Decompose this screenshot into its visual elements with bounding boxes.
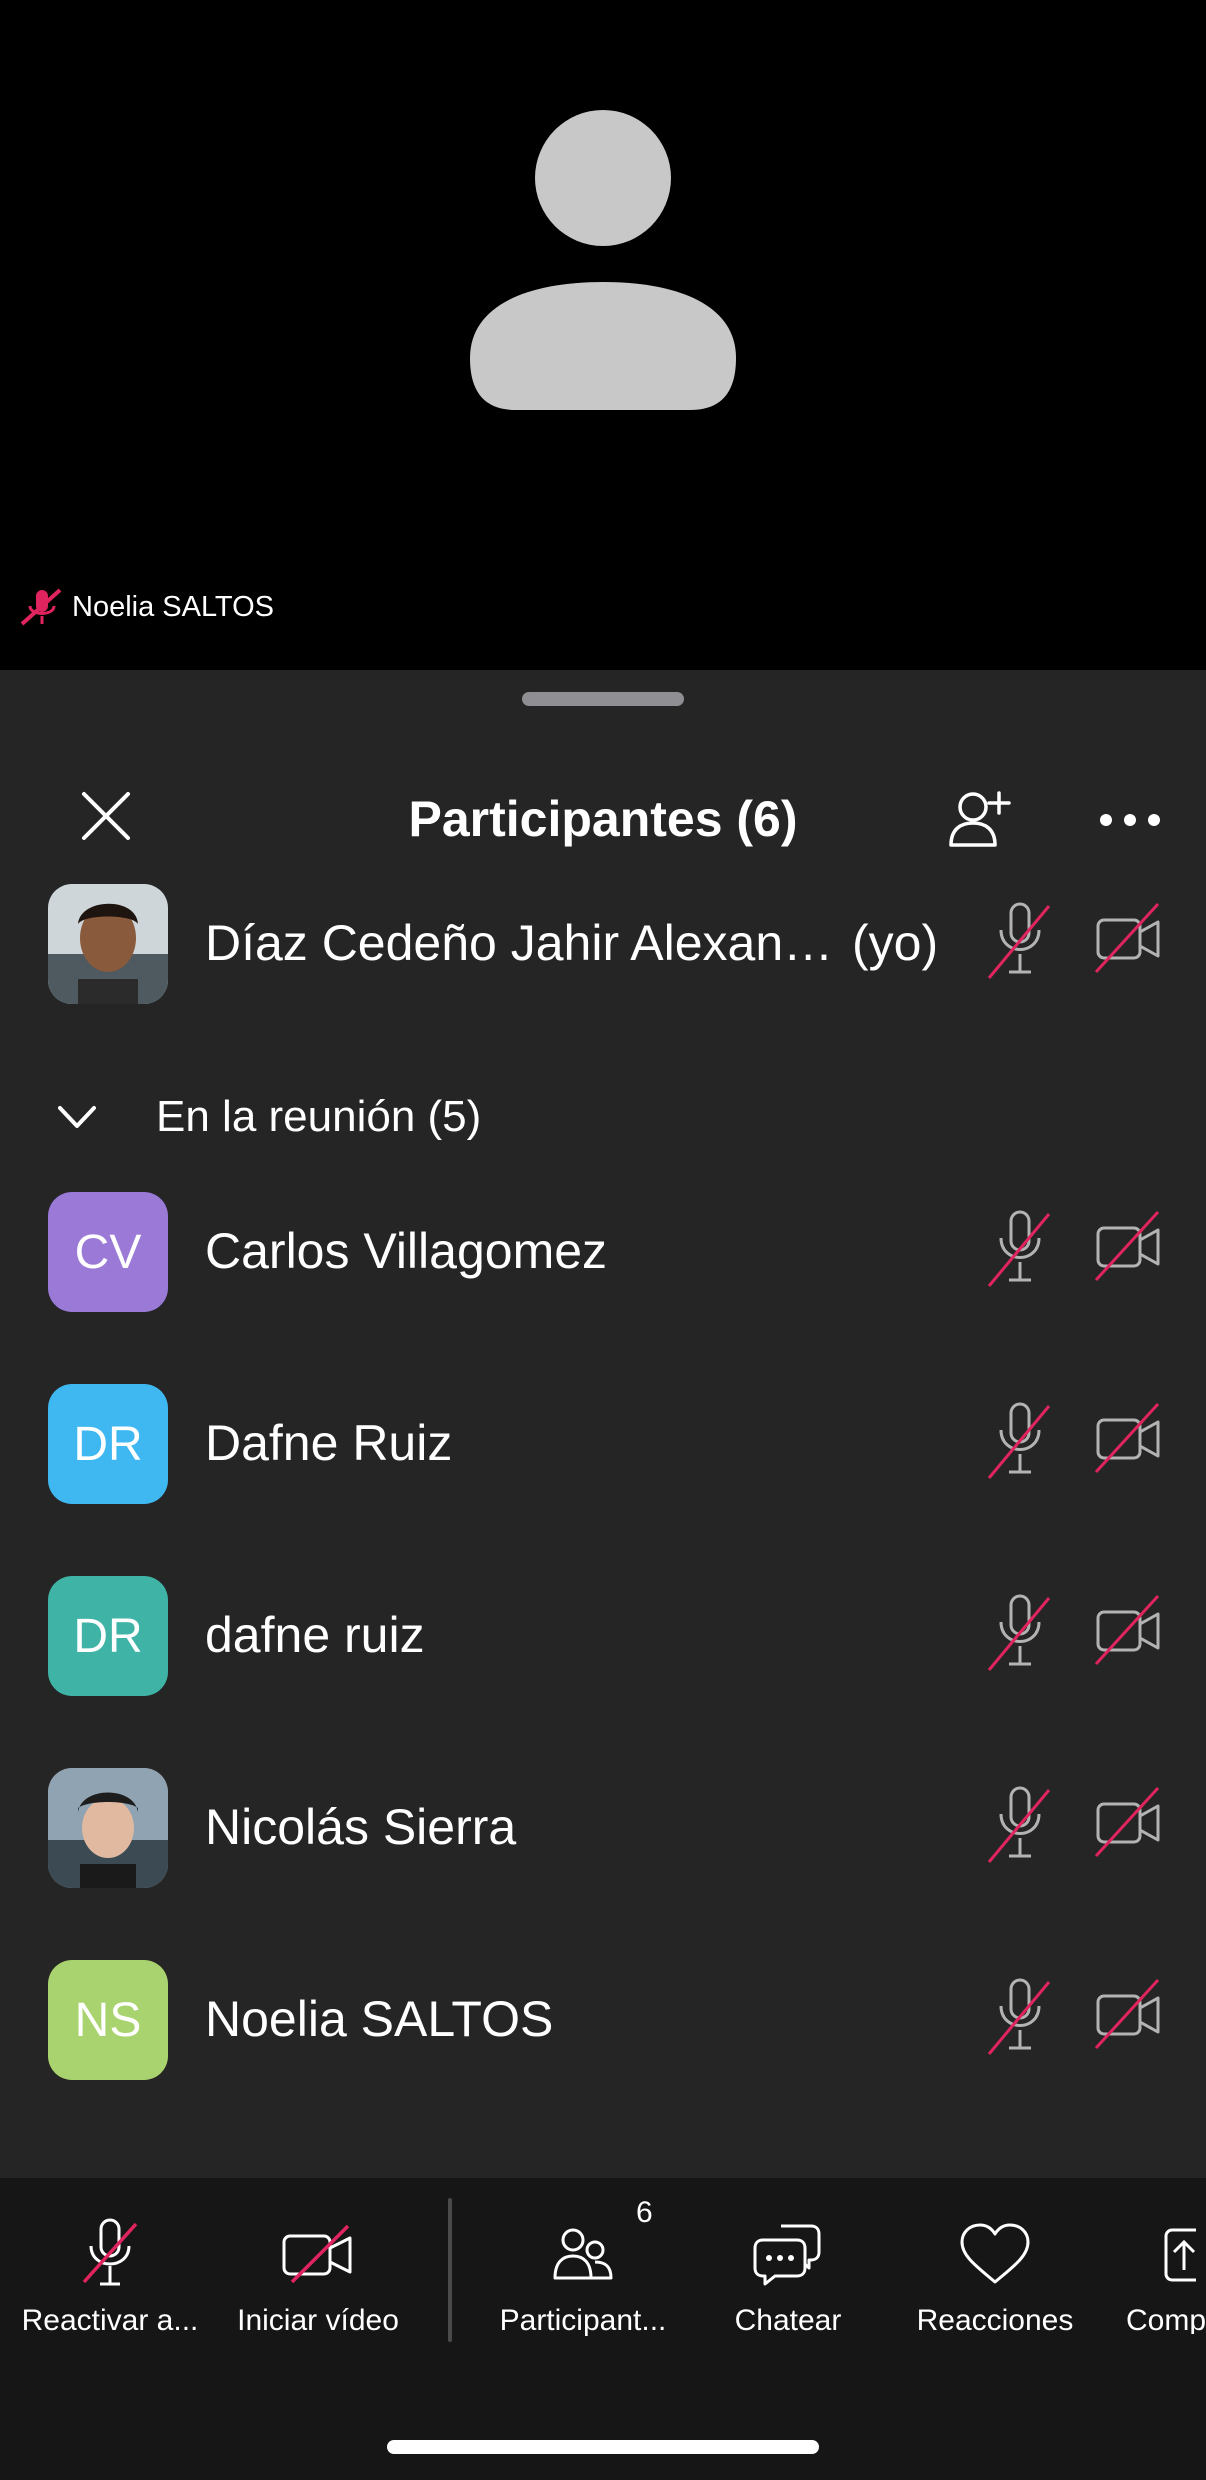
sheet-title: Participantes (6) xyxy=(408,791,798,847)
participants-button[interactable]: Participant... xyxy=(478,2214,688,2337)
avatar-initials: NS xyxy=(74,1993,142,2047)
toolbar-label: Chatear xyxy=(734,2304,842,2337)
camera-off-icon xyxy=(1094,1786,1160,1858)
in-meeting-section-header[interactable]: En la reunión (5) xyxy=(0,1070,1206,1170)
participants-count-badge: 6 xyxy=(636,2196,653,2229)
chevron-down-icon xyxy=(58,1106,96,1128)
participant-name: Carlos Villagomez xyxy=(205,1223,608,1279)
participant-row[interactable]: CV Carlos Villagomez xyxy=(0,1188,1206,1318)
avatar: CV xyxy=(48,1192,168,1312)
active-speaker-label: Noelia SALTOS xyxy=(18,588,274,626)
add-participant-button[interactable] xyxy=(940,780,1020,860)
chat-icon xyxy=(753,2224,821,2286)
avatar-initials: DR xyxy=(73,1609,143,1663)
mic-off-icon xyxy=(987,902,1051,979)
camera-off-icon xyxy=(282,2224,352,2284)
avatar: DR xyxy=(48,1576,168,1696)
camera-off-icon xyxy=(1094,1402,1160,1474)
participant-name: Nicolás Sierra xyxy=(205,1799,517,1855)
more-options-button[interactable] xyxy=(1090,780,1170,860)
camera-off-icon xyxy=(1094,902,1160,974)
home-indicator[interactable] xyxy=(387,2440,819,2454)
participant-name: Díaz Cedeño Jahir Alexan… xyxy=(205,915,834,971)
mic-off-icon xyxy=(20,588,62,626)
self-tag: (yo) xyxy=(852,915,939,971)
mic-off-icon xyxy=(987,1210,1051,1287)
avatar xyxy=(48,1768,168,1888)
toolbar-divider xyxy=(448,2198,452,2342)
self-participant-row[interactable]: Díaz Cedeño Jahir Alexan… (yo) xyxy=(0,880,1206,1010)
toolbar-label: Iniciar vídeo xyxy=(237,2304,399,2337)
toolbar-label: Comp xyxy=(1126,2304,1206,2334)
avatar: NS xyxy=(48,1960,168,2080)
toolbar-label: Reactivar a... xyxy=(21,2304,199,2337)
section-label: En la reunión (5) xyxy=(156,1092,482,1141)
heart-icon xyxy=(960,2223,1030,2284)
add-person-icon xyxy=(949,791,1011,847)
toolbar-label: Participant... xyxy=(499,2304,667,2337)
camera-off-icon xyxy=(1094,1210,1160,1282)
sheet-header: Participantes (6) xyxy=(0,760,1206,870)
avatar-initials: CV xyxy=(74,1225,142,1279)
avatar: DR xyxy=(48,1384,168,1504)
unmute-button[interactable]: Reactivar a... xyxy=(10,2214,210,2337)
mic-off-icon xyxy=(987,1594,1051,1671)
participant-row[interactable]: DR dafne ruiz xyxy=(0,1572,1206,1702)
toolbar-label: Reacciones xyxy=(916,2304,1074,2337)
participant-row[interactable]: NS Noelia SALTOS xyxy=(0,1956,1206,2086)
camera-off-icon xyxy=(1094,1978,1160,2050)
participant-row[interactable]: Nicolás Sierra xyxy=(0,1764,1206,1894)
person-silhouette-icon xyxy=(470,110,736,410)
chat-button[interactable]: Chatear xyxy=(708,2214,868,2337)
participant-name: dafne ruiz xyxy=(205,1607,425,1663)
speaker-name: Noelia SALTOS xyxy=(72,590,275,623)
participants-sheet: Participantes (6) Díaz Cedeño Jahir Alex… xyxy=(0,670,1206,2178)
camera-off-icon xyxy=(1094,1594,1160,1666)
share-button[interactable]: Comp xyxy=(1126,2214,1206,2334)
self-photo xyxy=(48,884,168,1004)
participants-icon xyxy=(553,2228,613,2280)
participant-name: Dafne Ruiz xyxy=(205,1415,453,1471)
sheet-grabber[interactable] xyxy=(522,692,684,706)
share-screen-icon xyxy=(1164,2228,1196,2282)
more-horizontal-icon xyxy=(1100,814,1160,826)
video-stage: Noelia SALTOS xyxy=(0,0,1206,670)
mic-off-icon xyxy=(82,2218,138,2286)
mic-off-icon xyxy=(987,1978,1051,2055)
avatar-initials: DR xyxy=(73,1417,143,1471)
participant-name: Noelia SALTOS xyxy=(205,1991,554,2047)
mic-off-icon xyxy=(987,1786,1051,1863)
start-video-button[interactable]: Iniciar vídeo xyxy=(218,2214,418,2337)
participant-row[interactable]: DR Dafne Ruiz xyxy=(0,1380,1206,1510)
meeting-toolbar: Reactivar a... Iniciar vídeo Participant… xyxy=(0,2178,1206,2480)
participant-photo xyxy=(48,1768,168,1888)
avatar xyxy=(48,884,168,1004)
mic-off-icon xyxy=(987,1402,1051,1479)
reactions-button[interactable]: Reacciones xyxy=(900,2214,1090,2337)
